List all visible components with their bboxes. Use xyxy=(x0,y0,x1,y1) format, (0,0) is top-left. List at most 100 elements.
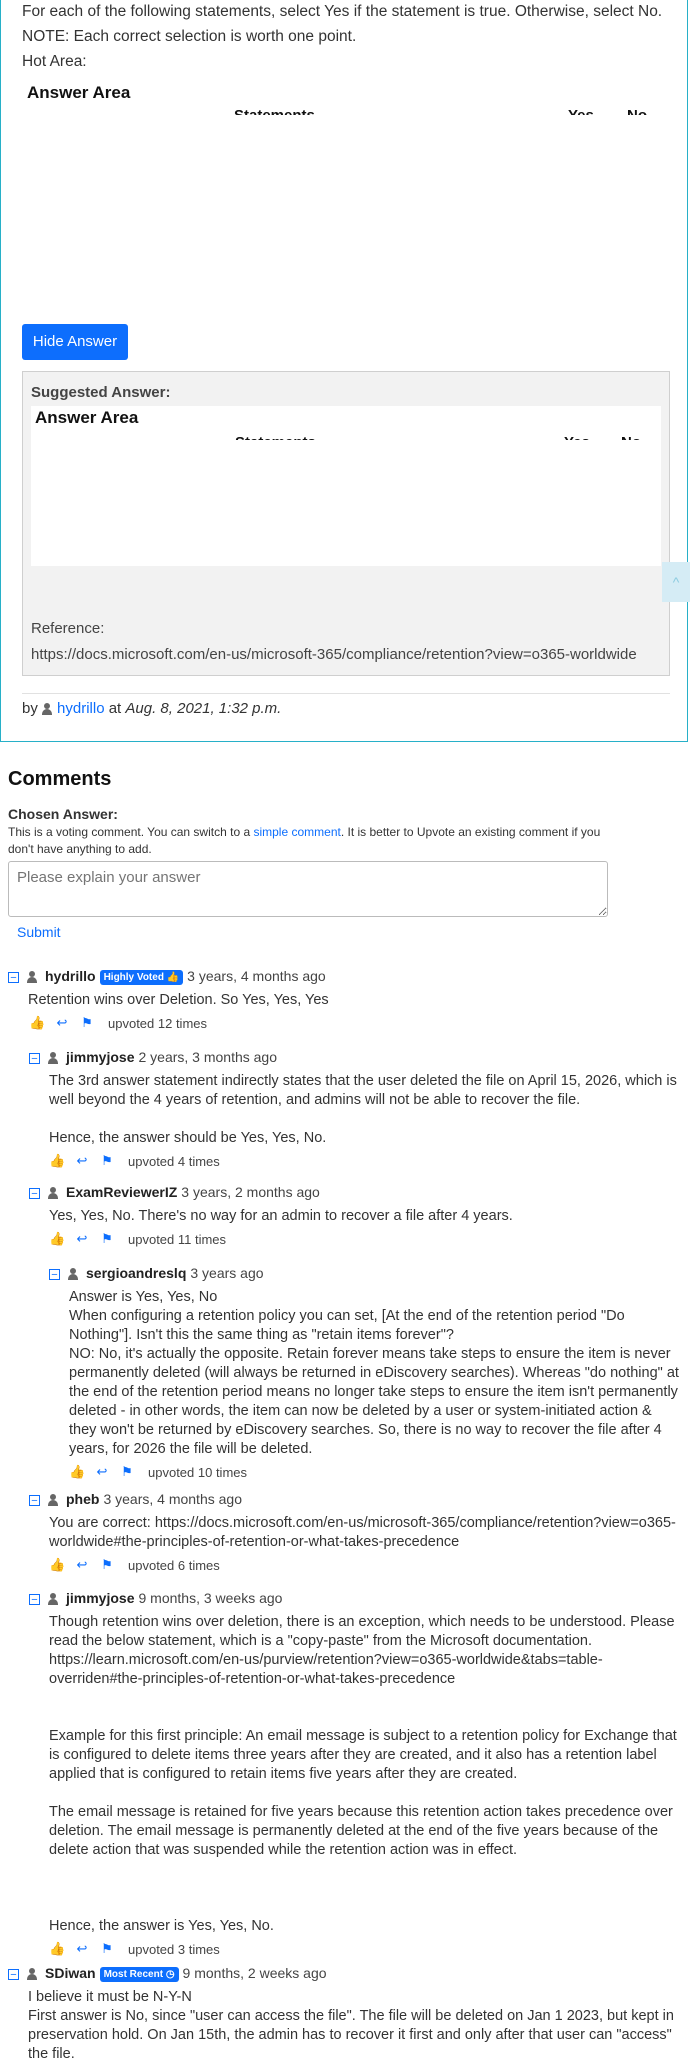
comment: − sergioandreslq 3 years ago Answer is Yes… xyxy=(49,1265,681,1482)
clock-icon: ◷ xyxy=(165,1968,175,1980)
comment-timestamp: 9 months, 2 weeks ago xyxy=(182,1965,327,1981)
flag-icon[interactable]: ⚑ xyxy=(99,1942,115,1956)
comment-input[interactable] xyxy=(8,861,608,917)
byline-username[interactable]: hydrillo xyxy=(57,700,105,717)
comment-username[interactable]: jimmyjose xyxy=(66,1590,134,1606)
comment-body: I believe it must be N-Y-N First answer … xyxy=(28,1988,678,2064)
thumbs-up-icon[interactable]: 👍 xyxy=(69,1465,85,1479)
comment-timestamp: 3 years, 4 months ago xyxy=(187,968,326,984)
answer-area-title: Answer Area xyxy=(27,83,131,102)
comment-timestamp: 3 years, 4 months ago xyxy=(103,1491,242,1507)
badge-label: Most Recent xyxy=(103,1968,164,1980)
flag-icon[interactable]: ⚑ xyxy=(99,1558,115,1572)
comment: − jimmyjose 9 months, 3 weeks ago Though r… xyxy=(29,1590,679,1959)
collapse-icon[interactable]: − xyxy=(29,1593,40,1605)
submit-button[interactable]: Submit xyxy=(17,924,61,940)
thumbs-up-icon[interactable]: 👍 xyxy=(29,1016,45,1030)
scroll-to-top-button[interactable]: ^ xyxy=(662,562,690,602)
comment-paragraph: Answer is Yes, Yes, No xyxy=(69,1289,218,1305)
suggested-yes-header: Yes xyxy=(564,434,590,440)
thumbs-up-icon[interactable]: 👍 xyxy=(49,1154,65,1168)
reference-label: Reference: xyxy=(31,620,105,637)
hot-area-label: Hot Area: xyxy=(22,53,87,70)
upvote-count: upvoted 3 times xyxy=(128,1941,220,1957)
comment-body: You are correct: https://docs.microsoft.… xyxy=(49,1514,679,1552)
reply-icon[interactable]: ↩ xyxy=(74,1232,90,1246)
voting-note-pre: This is a voting comment. You can switch… xyxy=(8,825,251,839)
comment-timestamp: 3 years, 2 months ago xyxy=(181,1184,320,1200)
comment-body: The 3rd answer statement indirectly stat… xyxy=(49,1072,679,1148)
user-icon xyxy=(48,1593,58,1606)
comment-timestamp: 9 months, 3 weeks ago xyxy=(138,1590,283,1606)
suggested-statements-header: Statements xyxy=(235,434,316,440)
comment-timestamp: 2 years, 3 months ago xyxy=(138,1049,278,1065)
collapse-icon[interactable]: − xyxy=(29,1052,40,1064)
suggested-answer-panel: Suggested Answer: Answer Area Statements… xyxy=(22,371,670,676)
comment-username[interactable]: pheb xyxy=(66,1491,99,1507)
collapse-icon[interactable]: − xyxy=(29,1494,40,1506)
highly-voted-badge: Highly Voted 👍 xyxy=(99,969,184,985)
reply-icon[interactable]: ↩ xyxy=(94,1465,110,1479)
question-card: For each of the following statements, se… xyxy=(0,0,688,742)
upvote-count: upvoted 10 times xyxy=(148,1464,248,1480)
collapse-icon[interactable]: − xyxy=(8,971,19,983)
collapse-icon[interactable]: − xyxy=(49,1268,60,1280)
suggested-no-header: No xyxy=(621,434,641,440)
byline-date: Aug. 8, 2021, 1:32 p.m. xyxy=(125,700,282,717)
user-icon xyxy=(48,1187,58,1200)
comment-timestamp: 3 years ago xyxy=(190,1265,264,1281)
simple-comment-link[interactable]: simple comment xyxy=(253,825,340,839)
comment-username[interactable]: jimmyjose xyxy=(66,1049,134,1065)
reply-icon[interactable]: ↩ xyxy=(74,1942,90,1956)
user-icon xyxy=(68,1268,78,1281)
reply-icon[interactable]: ↩ xyxy=(74,1154,90,1168)
user-icon xyxy=(27,971,37,984)
thumbs-up-icon: 👍 xyxy=(166,971,180,983)
flag-icon[interactable]: ⚑ xyxy=(99,1154,115,1168)
reference-url: https://docs.microsoft.com/en-us/microso… xyxy=(31,646,637,663)
byline-at: at xyxy=(108,700,122,717)
reply-icon[interactable]: ↩ xyxy=(74,1558,90,1572)
upvote-count: upvoted 12 times xyxy=(108,1015,208,1031)
comment-paragraph: The email message is retained for five y… xyxy=(49,1804,673,1858)
comment-username[interactable]: sergioandreslq xyxy=(86,1265,186,1281)
user-icon xyxy=(48,1052,58,1065)
thumbs-up-icon[interactable]: 👍 xyxy=(49,1232,65,1246)
comment-paragraph: The 3rd answer statement indirectly stat… xyxy=(49,1073,677,1108)
no-header: No xyxy=(627,107,647,115)
question-instruction: For each of the following statements, se… xyxy=(22,3,663,20)
comment-username[interactable]: SDiwan xyxy=(45,1965,96,1981)
user-icon xyxy=(48,1494,58,1507)
collapse-icon[interactable]: − xyxy=(29,1187,40,1199)
statements-header: Statements xyxy=(234,107,315,115)
byline-user-link[interactable]: hydrillo xyxy=(42,700,105,717)
comment-body: Yes, Yes, No. There's no way for an admi… xyxy=(49,1207,679,1226)
most-recent-badge: Most Recent ◷ xyxy=(99,1966,179,1982)
hot-area-image: Answer Area Statements Yes No xyxy=(22,80,664,315)
thumbs-up-icon[interactable]: 👍 xyxy=(49,1558,65,1572)
comment-paragraph: Example for this first principle: An ema… xyxy=(49,1728,677,1782)
hide-answer-button[interactable]: Hide Answer xyxy=(22,324,128,360)
suggested-answer-label: Suggested Answer: xyxy=(31,384,171,401)
flag-icon[interactable]: ⚑ xyxy=(99,1232,115,1246)
comment-body: Though retention wins over deletion, the… xyxy=(49,1613,679,1936)
collapse-icon[interactable]: − xyxy=(8,1968,19,1980)
comment-paragraph: I believe it must be N-Y-N xyxy=(28,1989,192,2005)
reply-icon[interactable]: ↩ xyxy=(54,1016,70,1030)
divider xyxy=(22,693,670,694)
comment: − hydrillo Highly Voted 👍 3 years, 4 months… xyxy=(8,968,678,1033)
suggested-answer-area-title: Answer Area xyxy=(35,408,139,427)
chosen-answer-label: Chosen Answer: xyxy=(8,806,118,822)
comment-username[interactable]: ExamReviewerIZ xyxy=(66,1184,177,1200)
comment-paragraph: Hence, the answer should be Yes, Yes, No… xyxy=(49,1130,327,1146)
comment: − jimmyjose 2 years, 3 months ago The 3rd … xyxy=(29,1049,679,1171)
thumbs-up-icon[interactable]: 👍 xyxy=(49,1942,65,1956)
byline: by hydrillo at Aug. 8, 2021, 1:32 p.m. xyxy=(22,700,281,717)
flag-icon[interactable]: ⚑ xyxy=(79,1016,95,1030)
flag-icon[interactable]: ⚑ xyxy=(119,1465,135,1479)
upvote-count: upvoted 11 times xyxy=(128,1231,227,1247)
yes-header: Yes xyxy=(568,107,594,115)
comment-paragraph: Though retention wins over deletion, the… xyxy=(49,1614,675,1687)
comment-paragraph: You are correct: https://docs.microsoft.… xyxy=(49,1515,676,1550)
comment-username[interactable]: hydrillo xyxy=(45,968,96,984)
